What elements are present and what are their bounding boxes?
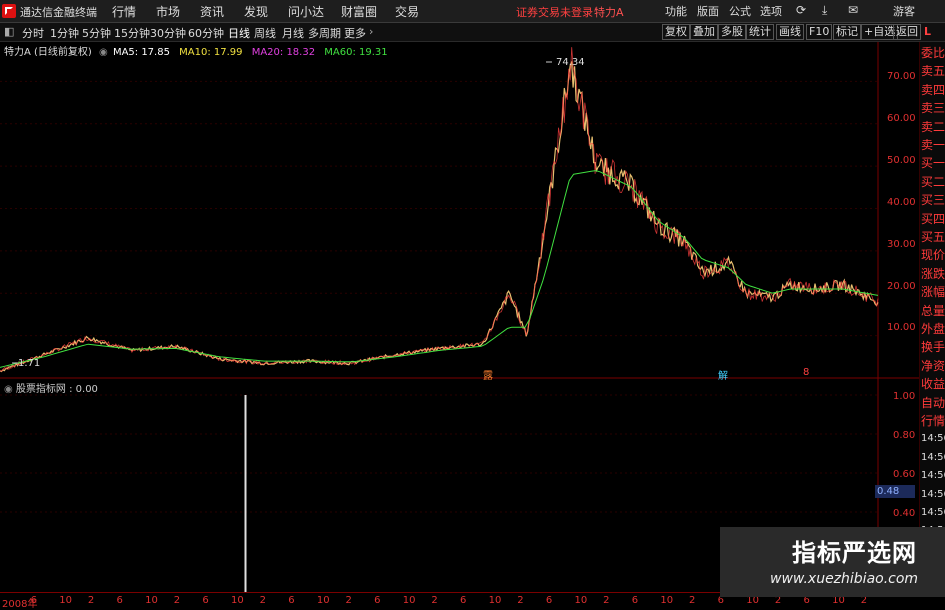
quote-label-24[interactable]: 14:56 xyxy=(921,488,945,502)
time-tick-24: 2 xyxy=(689,595,696,606)
watermark-url: www.xuezhibiao.com xyxy=(770,571,919,587)
time-tick-15: 2 xyxy=(431,595,438,606)
time-tick-3: 2 xyxy=(87,595,95,606)
l2-badge: L xyxy=(924,25,932,38)
quote-label-13: 涨幅 xyxy=(921,285,945,300)
quote-label-5: 卖一 xyxy=(921,138,945,152)
price-tick-10: 10.00 xyxy=(887,322,916,333)
price-tick-60: 60.00 xyxy=(887,113,916,124)
time-tick-23: 10 xyxy=(660,595,674,606)
time-tick-14: 10 xyxy=(402,595,416,606)
time-tick-20: 10 xyxy=(574,595,588,606)
quote-label-4: 卖二 xyxy=(921,119,945,134)
time-tick-8: 10 xyxy=(231,595,244,606)
time-tick-10: 6 xyxy=(288,595,295,606)
time-tick-12: 2 xyxy=(345,595,352,606)
quote-label-17: 净资 xyxy=(921,358,945,373)
quote-label-18: 收益 xyxy=(921,377,945,392)
time-tick-16: 6 xyxy=(460,595,467,606)
quote-label-0: 委比 xyxy=(921,46,945,60)
time-tick-18: 2 xyxy=(517,595,524,606)
price-pane xyxy=(0,56,878,378)
quote-label-23[interactable]: 14:56 xyxy=(921,469,945,483)
time-tick-13: 6 xyxy=(374,595,381,606)
quote-label-1: 卖五 xyxy=(921,64,945,79)
quote-label-11: 现价 xyxy=(921,248,945,263)
time-tick-6: 2 xyxy=(173,595,181,606)
quote-label-3: 卖三 xyxy=(921,101,945,116)
watermark: 指标严选网 www.xuezhibiao.com xyxy=(720,527,945,597)
price-tick-70: 70.00 xyxy=(887,71,916,82)
event-marker-2[interactable]: 解 xyxy=(718,367,728,382)
time-tick-19: 6 xyxy=(545,595,553,606)
time-tick-5: 10 xyxy=(145,595,158,606)
quote-label-22[interactable]: 14:56 xyxy=(921,451,945,465)
quote-label-10: 买五 xyxy=(921,230,945,244)
high-annotation: 74.34 xyxy=(556,57,585,68)
quote-label-6: 买一 xyxy=(921,156,945,171)
time-tick-2: 10 xyxy=(59,595,72,606)
quote-label-25[interactable]: 14:56 xyxy=(921,506,945,520)
indicator-title: ◉ 股票指标网 : 0.00 xyxy=(4,384,98,395)
event-marker-3[interactable]: 8 xyxy=(803,367,809,378)
time-tick-4: 6 xyxy=(116,595,123,606)
quote-sidebar: 委比卖五卖四卖三卖二卖一买一买二买三买四买五现价涨跌涨幅总量外盘换手净资收益自动… xyxy=(919,42,945,589)
quote-label-16: 换手 xyxy=(921,340,945,355)
time-tick-1: 6 xyxy=(30,595,37,606)
quote-label-12: 涨跌 xyxy=(921,266,945,281)
quote-label-15: 外盘 xyxy=(921,322,945,336)
quote-label-20[interactable]: 行情 xyxy=(921,414,945,428)
quote-label-8: 买三 xyxy=(921,193,945,208)
low-annotation: 1.71 xyxy=(18,358,41,369)
ind-tick-08: 0.80 xyxy=(893,430,916,441)
watermark-title: 指标严选网 xyxy=(792,539,917,567)
kline-chart[interactable] xyxy=(0,0,919,592)
indicator-current-badge: 0.48 xyxy=(875,485,915,498)
time-tick-21: 2 xyxy=(603,595,610,606)
price-tick-30: 30.00 xyxy=(887,239,916,250)
time-tick-7: 6 xyxy=(202,595,209,606)
quote-label-21[interactable]: 14:56 xyxy=(921,432,945,446)
time-tick-17: 10 xyxy=(488,595,502,606)
indicator-settings-icon[interactable]: ◉ xyxy=(4,384,13,395)
ind-tick-04: 0.40 xyxy=(893,508,916,519)
quote-label-19[interactable]: 自动 xyxy=(921,396,945,410)
price-tick-40: 40.00 xyxy=(887,197,916,208)
quote-label-7: 买二 xyxy=(921,174,945,189)
time-tick-9: 2 xyxy=(259,595,266,606)
quote-label-2: 卖四 xyxy=(921,82,945,97)
quote-label-9: 买四 xyxy=(921,211,945,226)
event-marker-1[interactable]: 露 xyxy=(483,367,493,382)
ind-tick-1: 1.00 xyxy=(893,391,916,402)
price-tick-20: 20.00 xyxy=(887,281,916,292)
ind-tick-06: 0.60 xyxy=(893,469,916,480)
time-tick-22: 6 xyxy=(631,595,639,606)
quote-label-14: 总量 xyxy=(921,303,945,318)
time-tick-11: 10 xyxy=(316,595,330,606)
price-tick-50: 50.00 xyxy=(887,155,916,166)
